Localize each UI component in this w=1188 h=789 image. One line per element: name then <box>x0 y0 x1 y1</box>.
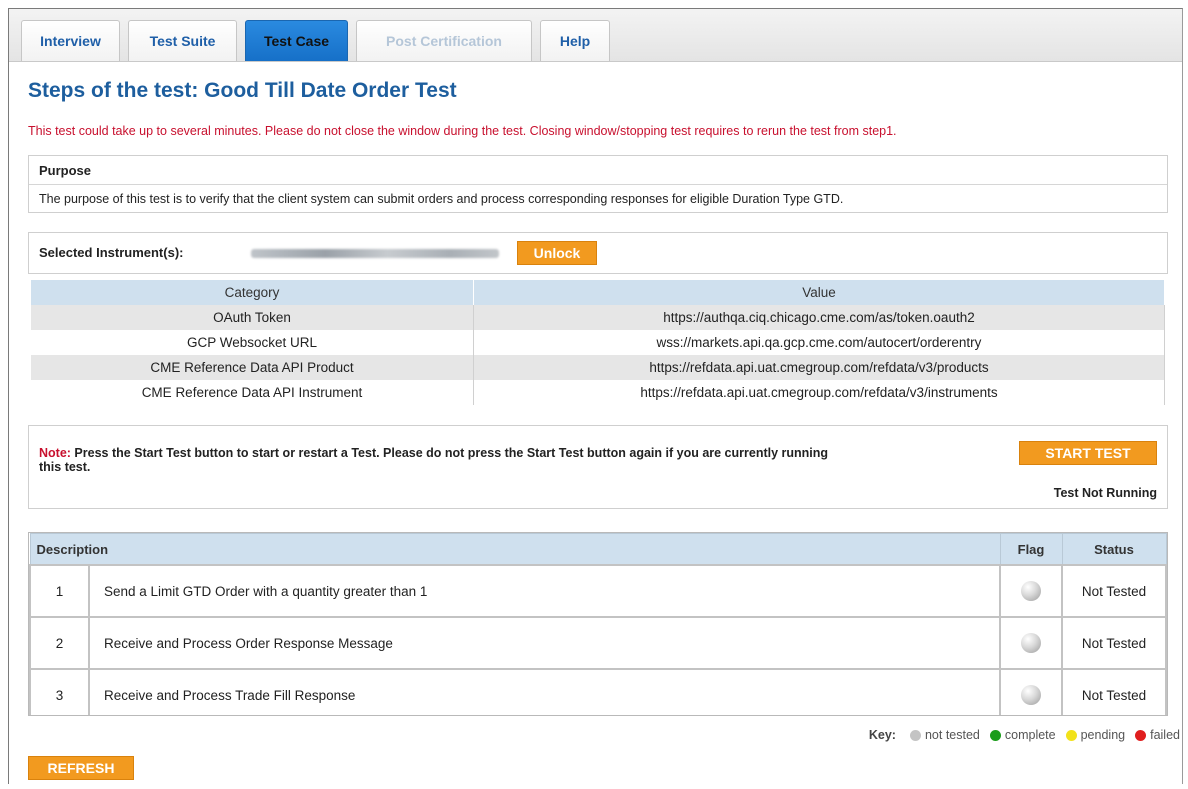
config-table: Category Value OAuth Token https://authq… <box>31 280 1165 405</box>
step-row: 2 Receive and Process Order Response Mes… <box>29 616 1167 670</box>
pending-dot-icon <box>1065 729 1077 741</box>
step-number: 2 <box>29 616 90 670</box>
value-cell: wss://markets.api.qa.gcp.cme.com/autocer… <box>473 330 1165 355</box>
tab-test-case[interactable]: Test Case <box>245 20 348 61</box>
complete-dot-icon <box>989 729 1001 741</box>
value-cell: https://refdata.api.uat.cmegroup.com/ref… <box>473 355 1165 380</box>
steps-panel: Description Flag Status 1 Send a Limit G… <box>28 532 1168 716</box>
legend-item-label: complete <box>1004 728 1056 742</box>
flag-cell <box>999 564 1063 618</box>
value-cell: https://authqa.ciq.chicago.cme.com/as/to… <box>473 305 1165 330</box>
table-row: CME Reference Data API Product https://r… <box>31 355 1165 380</box>
instrument-value-redacted <box>251 249 499 258</box>
flag-cell <box>999 668 1063 715</box>
legend-item-label: pending <box>1080 728 1126 742</box>
failed-dot-icon <box>1135 729 1147 741</box>
legend-label: Key: <box>868 728 896 742</box>
status-legend: Key: not tested complete pending failed <box>869 728 1180 742</box>
purpose-text: The purpose of this test is to verify th… <box>39 192 844 206</box>
legend-item-label: failed <box>1150 728 1180 742</box>
step-status: Not Tested <box>1061 668 1167 715</box>
status-flag-icon <box>1021 581 1041 601</box>
tab-post-certification: Post Certification <box>356 20 532 61</box>
steps-table-header: Description Flag Status <box>29 533 1167 566</box>
step-status: Not Tested <box>1061 616 1167 670</box>
value-cell: https://refdata.api.uat.cmegroup.com/ref… <box>473 380 1165 405</box>
page-title: Steps of the test: Good Till Date Order … <box>28 79 457 102</box>
config-table-header: Category Value <box>31 280 1165 305</box>
table-row: CME Reference Data API Instrument https:… <box>31 380 1165 405</box>
column-header-status: Status <box>1061 533 1167 566</box>
status-flag-icon <box>1021 633 1041 653</box>
note-text: Note: Press the Start Test button to sta… <box>39 446 829 474</box>
not-tested-dot-icon <box>909 729 921 741</box>
tab-bar: Interview Test Suite Test Case Post Cert… <box>9 9 1182 62</box>
category-cell: CME Reference Data API Instrument <box>31 380 474 405</box>
unlock-button[interactable]: Unlock <box>517 241 597 265</box>
category-cell: OAuth Token <box>31 305 474 330</box>
test-status-text: Test Not Running <box>1053 486 1157 500</box>
step-row: 1 Send a Limit GTD Order with a quantity… <box>29 564 1167 618</box>
step-row: 3 Receive and Process Trade Fill Respons… <box>29 668 1167 715</box>
step-number: 3 <box>29 668 90 715</box>
divider <box>29 184 1167 185</box>
tab-interview[interactable]: Interview <box>21 20 120 61</box>
instrument-label: Selected Instrument(s): <box>39 245 184 260</box>
legend-item-label: not tested <box>924 728 980 742</box>
note-prefix: Note: <box>39 446 71 460</box>
step-status: Not Tested <box>1061 564 1167 618</box>
tab-help[interactable]: Help <box>540 20 610 61</box>
status-flag-icon <box>1021 685 1041 705</box>
refresh-button[interactable]: REFRESH <box>28 756 134 780</box>
step-description: Receive and Process Trade Fill Response <box>88 668 1001 715</box>
step-description: Receive and Process Order Response Messa… <box>88 616 1001 670</box>
tab-test-suite[interactable]: Test Suite <box>128 20 237 61</box>
flag-cell <box>999 616 1063 670</box>
purpose-panel: Purpose The purpose of this test is to v… <box>28 155 1168 213</box>
step-number: 1 <box>29 564 90 618</box>
table-row: GCP Websocket URL wss://markets.api.qa.g… <box>31 330 1165 355</box>
start-test-button[interactable]: START TEST <box>1019 441 1157 465</box>
note-panel: Note: Press the Start Test button to sta… <box>28 425 1168 509</box>
column-header-description: Description <box>29 533 1001 566</box>
warning-message: This test could take up to several minut… <box>28 124 897 138</box>
category-cell: GCP Websocket URL <box>31 330 474 355</box>
instrument-panel: Selected Instrument(s): Unlock <box>28 232 1168 274</box>
step-description: Send a Limit GTD Order with a quantity g… <box>88 564 1001 618</box>
column-header-category: Category <box>31 280 474 305</box>
column-header-flag: Flag <box>999 533 1063 566</box>
category-cell: CME Reference Data API Product <box>31 355 474 380</box>
note-body: Press the Start Test button to start or … <box>39 446 829 474</box>
table-row: OAuth Token https://authqa.ciq.chicago.c… <box>31 305 1165 330</box>
steps-table: Description Flag Status 1 Send a Limit G… <box>29 533 1167 715</box>
column-header-value: Value <box>473 280 1165 305</box>
purpose-heading: Purpose <box>39 163 92 178</box>
